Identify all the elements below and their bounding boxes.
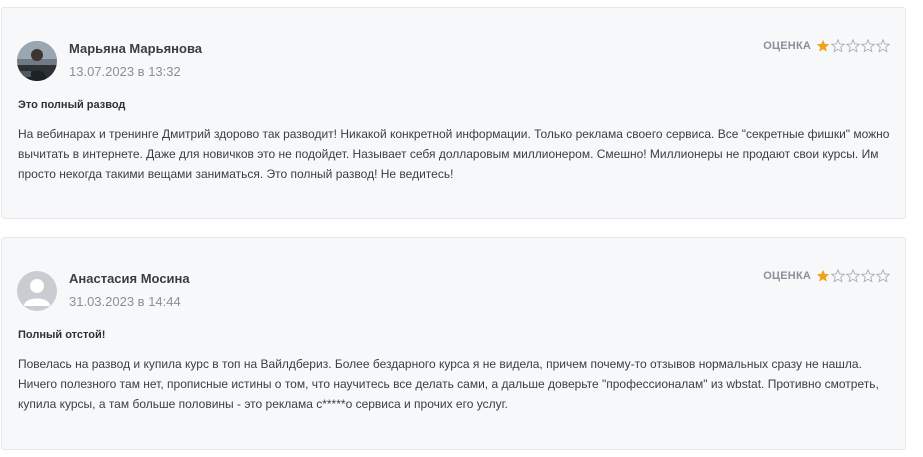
star-empty-icon xyxy=(831,39,845,53)
review-date: 31.03.2023 в 14:44 xyxy=(69,294,181,309)
star-empty-icon xyxy=(876,39,890,53)
rating-label: ОЦЕНКА xyxy=(763,40,811,52)
avatar-placeholder[interactable] xyxy=(17,271,57,311)
review-title: Это полный развод xyxy=(18,99,126,111)
user-photo-icon xyxy=(17,41,57,81)
star-empty-icon xyxy=(846,269,860,283)
review-card: Анастасия Мосина 31.03.2023 в 14:44 ОЦЕН… xyxy=(1,237,906,450)
review-text: Повелась на развод и купила курс в топ н… xyxy=(18,357,879,411)
user-placeholder-icon xyxy=(17,271,57,311)
avatar-photo[interactable] xyxy=(17,41,57,81)
rating-label: ОЦЕНКА xyxy=(763,270,811,282)
star-filled-icon xyxy=(816,269,830,282)
review-author[interactable]: Анастасия Мосина xyxy=(69,271,190,286)
star-empty-icon xyxy=(846,39,860,53)
rating-stars xyxy=(816,39,891,53)
review-author[interactable]: Марьяна Марьянова xyxy=(69,41,202,56)
review-rating: ОЦЕНКА xyxy=(763,269,891,283)
review-text: На вебинарах и тренинге Дмитрий здорово … xyxy=(18,127,890,181)
review-title: Полный отстой! xyxy=(18,329,106,341)
star-empty-icon xyxy=(831,269,845,283)
review-date: 13.07.2023 в 13:32 xyxy=(69,64,181,79)
star-filled-icon xyxy=(816,39,830,52)
star-empty-icon xyxy=(861,269,875,283)
rating-stars xyxy=(816,269,891,283)
review-rating: ОЦЕНКА xyxy=(763,39,891,53)
review-card: Марьяна Марьянова 13.07.2023 в 13:32 ОЦЕ… xyxy=(1,7,906,219)
star-empty-icon xyxy=(861,39,875,53)
star-empty-icon xyxy=(876,269,890,283)
